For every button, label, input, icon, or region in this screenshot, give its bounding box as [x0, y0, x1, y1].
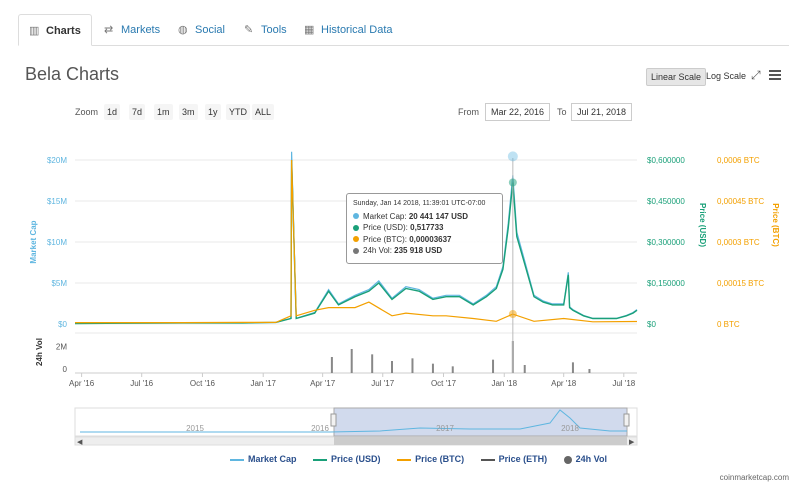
legend-market-cap[interactable]: Market Cap: [230, 454, 297, 464]
navigator-handle-left: [330, 413, 337, 427]
y-tick-price-usd: $0,450000: [647, 197, 685, 206]
volume-bar: [588, 369, 591, 373]
navigator-year-label: 2017: [436, 424, 454, 433]
x-tick-label: Apr '17: [310, 379, 336, 388]
y-tick-volume: 2M: [56, 342, 67, 351]
y-axis-title-price-btc: Price (BTC): [771, 203, 780, 247]
scroll-left-icon: ◀: [77, 439, 83, 446]
y-axis-title-market-cap: Market Cap: [29, 220, 38, 263]
scroll-right-icon: ▶: [629, 439, 635, 446]
legend-price-eth[interactable]: Price (ETH): [480, 454, 547, 464]
volume-bar: [571, 362, 574, 373]
price-usd-dot-icon: [353, 224, 359, 231]
credit: coinmarketcap.com: [719, 473, 789, 482]
volume-dot-icon: [353, 247, 359, 254]
y-axis-title-volume: 24h Vol: [35, 338, 44, 366]
y-tick-market-cap: $5M: [51, 279, 67, 288]
y-tick-price-btc: 0,0003 BTC: [717, 238, 760, 247]
y-tick-market-cap: $0: [58, 320, 67, 329]
legend-price-usd[interactable]: Price (USD): [313, 454, 381, 464]
tooltip-row-price-btc: Price (BTC): 0,00003637: [353, 234, 496, 246]
axes: $0 $5M $10M $15M $20M Market Cap $0 $0,150000 $0…: [29, 156, 780, 388]
hover-marker-price-btc: [508, 310, 517, 319]
x-tick-label: Apr '16: [69, 379, 95, 388]
navigator-year-label: 2018: [561, 424, 579, 433]
x-tick-label: Jul '17: [371, 379, 394, 388]
tooltip-row-volume: 24h Vol: 235 918 USD: [353, 245, 496, 257]
scrollbar-thumb: [334, 437, 627, 445]
volume-bar: [523, 365, 526, 373]
x-tick-label: Jan '17: [250, 379, 276, 388]
x-tick-label: Jul '16: [130, 379, 153, 388]
y-tick-price-usd: $0,300000: [647, 238, 685, 247]
navigator-year-label: 2016: [311, 424, 329, 433]
volume-bar: [390, 361, 393, 373]
hover-marker-market-cap: [507, 151, 518, 162]
volume-bar: [411, 358, 414, 373]
y-tick-market-cap: $20M: [47, 156, 67, 165]
tooltip-header: Sunday, Jan 14 2018, 11:39:01 UTC-07:00: [353, 200, 486, 207]
y-tick-price-btc: 0 BTC: [717, 320, 740, 329]
volume-bar: [350, 349, 353, 373]
x-tick-label: Jul '18: [612, 379, 635, 388]
y-tick-volume: 0: [63, 365, 68, 374]
y-tick-market-cap: $15M: [47, 197, 67, 206]
x-tick-label: Jan '18: [491, 379, 517, 388]
y-tick-price-usd: $0,600000: [647, 156, 685, 165]
volume-bar: [431, 363, 434, 373]
grid: [75, 159, 637, 374]
navigator[interactable]: 2015 2016 2017 2018 ◀ ▶: [74, 407, 638, 446]
navigator-year-label: 2015: [186, 424, 204, 433]
x-tick-label: Apr '18: [551, 379, 577, 388]
tooltip-row-market-cap: Market Cap: 20 441 147 USD: [353, 211, 496, 223]
navigator-selection: [333, 407, 628, 437]
y-tick-price-btc: 0,0006 BTC: [717, 156, 760, 165]
hover-marker-price-usd: [508, 178, 517, 187]
market-cap-dot-icon: [353, 213, 359, 220]
y-tick-market-cap: $10M: [47, 238, 67, 247]
price-btc-dot-icon: [353, 236, 359, 243]
navigator-handle-right: [623, 413, 630, 427]
legend-24h-vol[interactable]: 24h Vol: [563, 454, 607, 464]
x-tick-label: Oct '17: [431, 379, 457, 388]
x-tick-label: Oct '16: [190, 379, 216, 388]
volume-bar: [371, 354, 374, 373]
y-tick-price-btc: 0,00045 BTC: [717, 197, 764, 206]
legend-price-btc[interactable]: Price (BTC): [397, 454, 464, 464]
legend: Market Cap Price (USD) Price (BTC) Price…: [230, 454, 621, 464]
y-tick-price-btc: 0,00015 BTC: [717, 279, 764, 288]
volume-bar: [451, 366, 454, 373]
y-axis-title-price-usd: Price (USD): [698, 203, 707, 247]
y-tick-price-usd: $0,150000: [647, 279, 685, 288]
volume-bar: [330, 357, 333, 373]
volume-bar: [492, 359, 495, 373]
y-tick-price-usd: $0: [647, 320, 656, 329]
tooltip: Sunday, Jan 14 2018, 11:39:01 UTC-07:00 …: [346, 193, 503, 264]
tooltip-row-price-usd: Price (USD): 0,517733: [353, 222, 496, 234]
